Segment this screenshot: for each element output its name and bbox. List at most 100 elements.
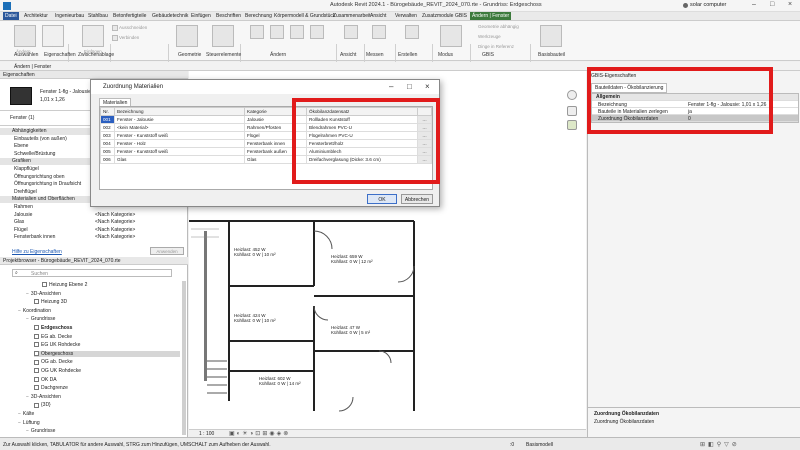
col-bezeichnung[interactable]: Bezeichnung bbox=[114, 107, 245, 116]
status-model[interactable]: Basismodell bbox=[526, 442, 553, 448]
ribbon-tab[interactable]: Gebäudetechnik bbox=[150, 13, 190, 19]
browser-item[interactable]: − Kälte bbox=[18, 411, 34, 417]
browser-header: Projektbrowser - Bürogebäude_REVIT_2024_… bbox=[0, 257, 188, 265]
ribbon-tab[interactable]: Architektur bbox=[22, 13, 50, 19]
view-control-icons[interactable]: ▣◐☀◑⊡⊞◉◈⊗ bbox=[229, 430, 290, 437]
geo-dependent-tool[interactable]: Geometrie abhängig bbox=[478, 24, 519, 29]
property-value[interactable]: <Nach Kategorie> bbox=[95, 219, 135, 225]
expand-icon[interactable]: − bbox=[18, 420, 21, 426]
room-1-label[interactable]: Heizlast: 452 W Kühllast: 0 W | 10 m² bbox=[234, 247, 276, 257]
view-icon bbox=[42, 282, 47, 288]
ribbon-tab[interactable]: Verwalten bbox=[393, 13, 419, 19]
room-2-label[interactable]: Heizlast: 659 W Kühllast: 0 W | 12 m² bbox=[331, 254, 373, 264]
ribbon-tab[interactable]: Zusatzmodule bbox=[420, 13, 455, 19]
property-row[interactable]: Jalousie <Nach Kategorie> bbox=[0, 212, 188, 219]
view-button[interactable] bbox=[344, 25, 358, 39]
ribbon-tab[interactable]: Körpermodell & Grundstück bbox=[272, 13, 337, 19]
expand-icon[interactable]: − bbox=[26, 316, 29, 322]
edit-shape-button[interactable] bbox=[440, 25, 462, 47]
ok-button[interactable]: OK bbox=[367, 194, 397, 204]
dialog-minimize-button[interactable]: – bbox=[389, 82, 393, 91]
property-row[interactable]: Glas <Nach Kategorie> bbox=[0, 219, 188, 226]
browser-item[interactable]: OG ab. Decke bbox=[34, 359, 73, 365]
expand-icon[interactable]: − bbox=[26, 428, 29, 434]
type-name[interactable]: Fenster 1-flg - Jalousie bbox=[40, 89, 91, 95]
property-row[interactable]: Fensterbank innen <Nach Kategorie> bbox=[0, 234, 188, 241]
expand-icon[interactable]: − bbox=[18, 411, 21, 417]
browser-item[interactable]: −3D-Ansichten bbox=[26, 394, 61, 400]
controls-button[interactable] bbox=[212, 25, 234, 47]
browser-item[interactable]: EG ab. Decke bbox=[34, 334, 72, 340]
modify-tools-4[interactable] bbox=[310, 25, 324, 39]
browser-search[interactable]: ⌕ Suchen bbox=[12, 269, 172, 277]
ribbon-tab[interactable]: Betonfertigteile bbox=[111, 13, 148, 19]
browser-item[interactable]: −3D-Ansichten bbox=[26, 291, 61, 297]
browser-item[interactable]: Heizung 3D bbox=[34, 299, 67, 305]
close-button[interactable]: × bbox=[788, 1, 792, 8]
dialog-maximize-button[interactable]: □ bbox=[407, 82, 412, 91]
property-value[interactable]: <Nach Kategorie> bbox=[95, 234, 135, 240]
options-context: Ändern | Fenster bbox=[14, 64, 52, 70]
status-icons[interactable]: ⊞◧⚲▽⊘ bbox=[700, 441, 740, 448]
browser-item[interactable]: Erdgeschoss bbox=[34, 325, 72, 331]
browser-item[interactable]: Heizung Ebene 2 bbox=[42, 282, 87, 288]
ribbon-tab[interactable]: Ändern | Fenster bbox=[470, 12, 512, 20]
modify-tools-1[interactable] bbox=[250, 25, 264, 39]
expand-icon[interactable]: − bbox=[26, 394, 29, 400]
app-logo-icon[interactable] bbox=[3, 2, 11, 10]
instance-filter[interactable]: Fenster (1) bbox=[10, 115, 34, 121]
browser-item[interactable]: EG UK Rohdecke bbox=[34, 342, 80, 348]
browser-item[interactable]: OK DA bbox=[34, 377, 57, 383]
dialog-close-button[interactable]: × bbox=[425, 82, 430, 91]
expand-icon[interactable]: − bbox=[26, 291, 29, 297]
ribbon-tab[interactable]: Einfügen bbox=[189, 13, 213, 19]
modify-tools-2[interactable] bbox=[270, 25, 284, 39]
measure-button[interactable] bbox=[372, 25, 386, 39]
ribbon-tab[interactable]: Stahlbau bbox=[86, 13, 110, 19]
browser-item[interactable]: Obergeschoss bbox=[34, 350, 180, 357]
browser-item[interactable]: OG UK Rohdecke bbox=[34, 368, 81, 374]
room-4-label[interactable]: Heizlast: 47 W Kühllast: 0 W | 5 m² bbox=[331, 325, 370, 335]
col-nr[interactable]: Nr. bbox=[100, 107, 115, 116]
minimize-button[interactable]: – bbox=[752, 1, 756, 8]
cut-tool[interactable]: Ausschneiden bbox=[112, 25, 147, 31]
property-row[interactable]: Flügel <Nach Kategorie> bbox=[0, 227, 188, 234]
apply-button[interactable]: Anwenden bbox=[150, 247, 184, 255]
tools-tool[interactable]: Werkzeuge bbox=[478, 34, 501, 39]
browser-item[interactable]: {3D} bbox=[34, 402, 51, 408]
browser-scrollbar[interactable] bbox=[182, 281, 186, 435]
browser-item[interactable]: − Grundrisse bbox=[26, 428, 55, 434]
ribbon-tab[interactable]: Berechnung bbox=[243, 13, 274, 19]
cancel-button[interactable]: Abbrechen bbox=[401, 194, 433, 204]
browser-item[interactable]: − Koordination bbox=[18, 308, 51, 314]
geometry-button[interactable] bbox=[176, 25, 198, 47]
create-button[interactable] bbox=[405, 25, 419, 39]
expand-icon[interactable]: − bbox=[18, 308, 21, 314]
ribbon-tab[interactable]: Ansicht bbox=[368, 13, 388, 19]
browser-item[interactable]: Dachgrenze bbox=[34, 385, 68, 391]
ribbon-tab[interactable]: Zusammenarbeit bbox=[331, 13, 373, 19]
property-value[interactable]: <Nach Kategorie> bbox=[95, 212, 135, 218]
browser-item[interactable]: − Grundrisse bbox=[26, 316, 55, 322]
ribbon-tab[interactable]: Datei bbox=[3, 12, 19, 20]
help-link[interactable]: Hilfe zu Eigenschaften bbox=[12, 249, 62, 255]
properties-button[interactable] bbox=[42, 25, 64, 47]
reference-tool[interactable]: Dinge in Referenz bbox=[478, 44, 514, 49]
steering-wheel-icon[interactable] bbox=[567, 90, 577, 100]
property-value[interactable]: <Nach Kategorie> bbox=[95, 227, 135, 233]
modify-tools-3[interactable] bbox=[290, 25, 304, 39]
room-5-label[interactable]: Heizlast: 602 W Kühllast: 0 W | 14 m² bbox=[259, 376, 301, 386]
browser-item[interactable]: − Lüftung bbox=[18, 420, 40, 426]
room-3-label[interactable]: Heizlast: 424 W Kühllast: 0 W | 10 m² bbox=[234, 313, 276, 323]
ribbon-tab[interactable]: GBIS bbox=[453, 13, 469, 19]
ribbon-tab[interactable]: Beschriften bbox=[214, 13, 243, 19]
zoom-icon[interactable] bbox=[567, 106, 577, 116]
paste-button[interactable] bbox=[82, 25, 104, 47]
join-tool[interactable]: Verbinden bbox=[112, 35, 139, 41]
modify-button[interactable] bbox=[14, 25, 36, 47]
new-host-button[interactable] bbox=[540, 25, 562, 47]
ribbon-tab[interactable]: Ingenieurbau bbox=[53, 13, 86, 19]
user-name[interactable]: solar computer bbox=[690, 2, 726, 8]
pan-icon[interactable] bbox=[567, 120, 577, 130]
maximize-button[interactable]: □ bbox=[770, 1, 774, 8]
